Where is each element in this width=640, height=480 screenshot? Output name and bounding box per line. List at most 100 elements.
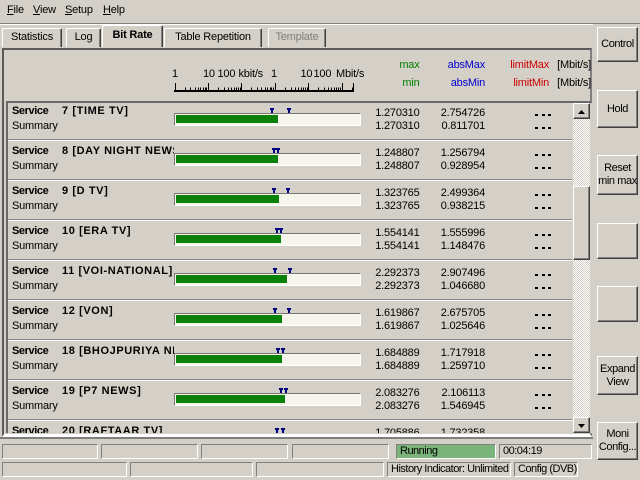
scroll-up-icon [577,109,586,115]
tab-bit-rate[interactable]: Bit Rate [102,25,163,47]
column-header-min: min [350,77,420,89]
value-limitmax [511,267,551,279]
no-limit-dash [542,234,545,236]
value-max: 1.554141 [360,227,420,239]
value-limitmax [511,147,551,159]
marker-absmax-icon [287,268,293,274]
blank-4-button[interactable] [597,286,638,322]
bitrate-bar [176,155,278,163]
no-limit-dash [542,194,545,196]
tab-label: Table Repetition [175,29,251,46]
value-absmax: 2.907496 [425,267,485,279]
scrollbar-thumb[interactable] [573,186,590,260]
no-limit-dash [535,127,538,129]
value-min: 1.684889 [360,360,420,372]
value-min: 1.270310 [360,120,420,132]
tab-table-repetition[interactable]: Table Repetition [164,28,262,47]
menu-help[interactable]: Help [103,3,125,17]
service-row[interactable]: Service18 [BHOJPURIYA NEWS]Summary1.6848… [8,343,572,380]
bitrate-bar [176,395,286,403]
no-limit-dash [542,394,545,396]
service-label: Service18 [BHOJPURIYA NEWS] [12,345,174,357]
service-label: Service8 [DAY NIGHT NEWS] [12,145,174,157]
value-limitmax [511,107,551,119]
marker-absmax-icon [275,148,281,154]
summary-label: Summary [12,120,58,132]
value-limitmax [511,387,551,399]
column-header-Mbits: [Mbit/s] [521,59,591,71]
scale-label: 100 [314,68,332,80]
tab-log[interactable]: Log [66,28,101,47]
main-panel: 110100kbit/s110100Mbit/smaxabsMaxlimitMa… [2,48,592,437]
reset-minmax-button[interactable]: Resetmin max [597,155,638,195]
no-limit-dash [542,354,545,356]
service-row[interactable]: Service10 [ERA TV]Summary1.5541411.55599… [8,223,572,260]
value-min: 2.292373 [360,280,420,292]
summary-label: Summary [12,280,58,292]
value-limitmin [511,160,551,172]
service-row[interactable]: Service8 [DAY NIGHT NEWS]Summary1.248807… [8,143,572,180]
service-number-name: 9 [D TV] [62,185,108,197]
tab-strip: Statistics Log Bit Rate Table Repetition Tem… [0,25,593,48]
no-limit-dash [535,167,538,169]
button-label: Reset [604,162,631,175]
value-absmax: 2.675705 [425,307,485,319]
service-row[interactable]: Service9 [D TV]Summary1.3237652.4993641.… [8,183,572,220]
value-max: 1.705886 [360,427,420,434]
no-limit-dash [548,127,551,129]
value-absmax: 2.499364 [425,187,485,199]
marker-absmax-icon [283,388,289,394]
value-absmax: 1.732358 [425,427,485,434]
summary-label: Summary [12,200,58,212]
service-word: Service [12,345,48,357]
service-row[interactable]: Service19 [P7 NEWS]Summary2.0832762.1061… [8,383,572,420]
no-limit-dash [548,207,551,209]
marker-absmax-icon [286,308,292,314]
tab-statistics[interactable]: Statistics [2,28,62,47]
scroll-up-button[interactable] [573,103,590,119]
scroll-down-button[interactable] [573,417,590,433]
service-row[interactable]: Service20 [RAFTAAR TV]Summary1.7058861.7… [8,423,572,433]
no-limit-dash [535,234,538,236]
tab-label: Statistics [11,29,53,46]
no-limit-dash [535,274,538,276]
menu-setup[interactable]: Setup [65,3,93,17]
status-running: Running [396,444,496,459]
value-max: 1.619867 [360,307,420,319]
service-row[interactable]: Service11 [VOI-NATIONAL]Summary2.2923732… [8,263,572,300]
service-number-name: 19 [P7 NEWS] [62,385,141,397]
service-word: Service [12,225,48,237]
no-limit-dash [542,154,545,156]
no-limit-dash [535,314,538,316]
bitrate-bar [176,315,282,323]
expand-view-button[interactable]: ExpandView [597,356,638,395]
service-row[interactable]: Service12 [VON]Summary1.6198672.6757051.… [8,303,572,340]
no-limit-dash [548,114,551,116]
marker-absmin-icon [269,108,275,114]
status-panel-empty [2,462,127,477]
tab-template[interactable]: Template [268,28,326,47]
no-limit-dash [535,194,538,196]
moni-config-button[interactable]: MoniConfig... [597,422,638,460]
menu-file[interactable]: File [7,3,24,17]
hold-button[interactable]: Hold [597,90,638,128]
summary-label: Summary [12,160,58,172]
no-limit-dash [542,327,545,329]
scale-label: 100 [218,68,236,80]
control-button[interactable]: Control [597,27,638,62]
value-limitmax [511,347,551,359]
marker-absmax-icon [286,108,292,114]
scale-label: 1 [271,68,277,80]
no-limit-dash [542,247,545,249]
blank-3-button[interactable] [597,223,638,259]
status-bar-top-groove [0,437,593,439]
vertical-scrollbar[interactable] [573,103,590,433]
list-header: 110100kbit/s110100Mbit/smaxabsMaxlimitMa… [4,50,590,101]
menu-view[interactable]: View [33,3,56,17]
value-min: 1.619867 [360,320,420,332]
status-panel-empty [2,444,98,459]
no-limit-dash [548,167,551,169]
no-limit-dash [535,287,538,289]
tab-label: Bit Rate [113,26,153,45]
service-row[interactable]: Service7 [TIME TV]Summary1.2703102.75472… [8,103,572,140]
